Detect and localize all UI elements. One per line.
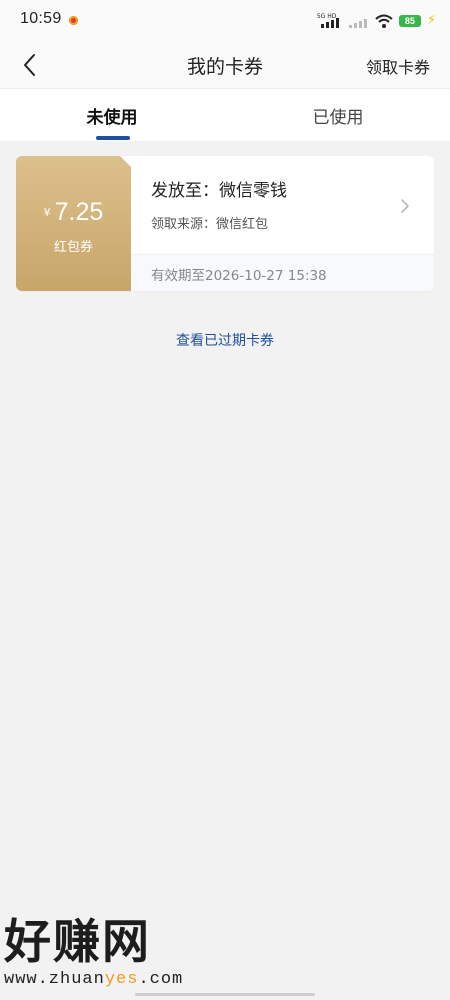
coupon-corner-notch: [120, 156, 131, 167]
home-indicator[interactable]: [135, 993, 315, 996]
coupon-amount: ¥7.25: [16, 198, 131, 227]
status-bar: 10:59 5G HD 85 ⚡: [0, 0, 450, 42]
currency-symbol: ¥: [43, 206, 51, 219]
active-tab-indicator: [96, 136, 130, 140]
view-expired-coupons-link[interactable]: 查看已过期卡券: [0, 330, 450, 350]
watermark-title: 好赚网: [4, 915, 151, 970]
issue-to-text: 发放至：微信零钱: [151, 181, 287, 201]
watermark-url-highlight: yes: [104, 970, 139, 989]
coupon-card[interactable]: ¥7.25 红包券 发放至：微信零钱 领取来源：微信红包 有效期至2026-10…: [16, 156, 434, 291]
coupon-details: 发放至：微信零钱 领取来源：微信红包: [131, 156, 434, 254]
coupon-type-label: 红包券: [53, 240, 93, 255]
watermark: 好赚网 www.zhuanyes.com: [4, 915, 183, 990]
status-icons: 5G HD 85 ⚡: [317, 11, 436, 31]
tab-used[interactable]: 已使用: [263, 103, 413, 128]
charging-icon: ⚡: [426, 13, 436, 28]
watermark-url-suffix: .com: [138, 970, 184, 989]
watermark-url-prefix: www.zhuan: [4, 970, 105, 989]
coupon-tabs: 未使用 已使用: [0, 88, 450, 141]
nav-bar: 我的卡券 领取卡券: [0, 42, 450, 88]
battery-icon: 85: [398, 15, 421, 27]
wifi-icon: [375, 14, 393, 28]
coupon-footer: 有效期至2026-10-27 15:38: [131, 254, 434, 291]
tab-unused[interactable]: 未使用: [37, 103, 187, 128]
chevron-right-icon[interactable]: [398, 197, 412, 215]
expiry-text: 有效期至2026-10-27 15:38: [151, 268, 327, 284]
status-time: 10:59: [20, 10, 62, 27]
source-text: 领取来源：微信红包: [151, 217, 269, 232]
get-coupons-button[interactable]: 领取卡券: [366, 54, 430, 78]
coupon-amount-panel: ¥7.25 红包券: [16, 156, 131, 291]
watermark-url: www.zhuanyes.com: [4, 970, 183, 989]
signal-secondary-icon: [347, 12, 369, 30]
notification-dot-icon: [69, 16, 78, 25]
signal-icon: 5G HD: [317, 12, 341, 30]
amount-value: 7.25: [54, 198, 104, 226]
